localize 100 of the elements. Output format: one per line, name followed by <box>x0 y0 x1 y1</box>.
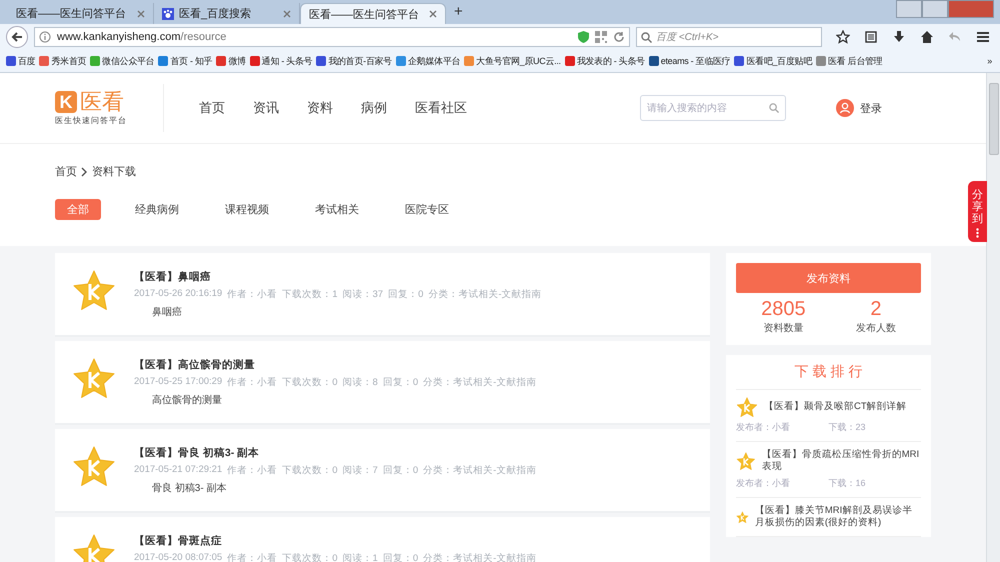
search-icon <box>641 32 652 42</box>
menu-icon[interactable] <box>976 30 990 44</box>
ranking-downloads: 下载：16 <box>828 476 867 490</box>
reload-icon[interactable] <box>613 31 625 43</box>
resource-meta: 分类：考试相关-文献指南 <box>423 464 536 477</box>
resource-meta: 回复：0 <box>388 288 424 301</box>
star-badge-icon <box>72 270 116 312</box>
resource-meta: 2017-05-26 20:16:19 <box>134 288 222 301</box>
close-icon[interactable] <box>283 10 291 18</box>
resource-meta: 作者：小看 <box>227 552 278 562</box>
close-icon[interactable] <box>429 10 437 18</box>
download-icon[interactable] <box>892 30 906 44</box>
new-tab-button[interactable]: + <box>446 3 471 24</box>
close-icon[interactable] <box>137 10 145 18</box>
scrollbar[interactable] <box>986 73 1000 562</box>
bookmark-link[interactable]: eteams - 至临医疗 <box>648 54 730 68</box>
bookmark-link[interactable]: 我的首页-百家号 <box>316 54 392 68</box>
bookmark-link[interactable]: 首页 - 知乎 <box>158 54 212 68</box>
bookmark-link[interactable]: 百度 <box>6 54 36 68</box>
ranking-publisher: 发布者：小看 <box>736 476 791 490</box>
resource-meta: 阅读：8 <box>342 376 378 389</box>
user-icon <box>836 99 854 117</box>
resource-summary: 高位髌骨的测量 <box>152 394 223 407</box>
star-icon[interactable] <box>836 30 850 44</box>
resource-meta: 下载次数：0 <box>282 376 338 389</box>
nav-link[interactable]: 资讯 <box>253 99 279 117</box>
ranking-publisher: 发布者：小看 <box>736 421 791 434</box>
resource-meta: 2017-05-21 07:29:21 <box>134 464 222 477</box>
stat-label: 发布人数 <box>856 322 896 335</box>
bookmark-link[interactable]: 医看 后台管理 <box>816 54 882 68</box>
stat-value: 2805 <box>761 297 806 321</box>
category-tab[interactable]: 经典病例 <box>123 199 191 220</box>
resource-meta: 作者：小看 <box>227 376 278 389</box>
nav-link[interactable]: 病例 <box>361 99 387 117</box>
logo-tagline: 医生快速问答平台 <box>55 114 127 126</box>
ranking-downloads: 下载：23 <box>828 421 867 434</box>
stat-label: 资料数量 <box>762 322 804 335</box>
share-tab[interactable]: 分享到 <box>968 181 987 242</box>
resource-meta: 回复：0 <box>382 552 418 562</box>
nav-link[interactable]: 首页 <box>199 99 225 117</box>
resource-meta: 作者：小看 <box>227 288 278 301</box>
resource-summary: 骨良 初稿3- 副本 <box>152 482 228 495</box>
resource-meta: 作者：小看 <box>227 464 278 477</box>
star-badge-icon <box>736 450 756 472</box>
bookmark-link[interactable]: 大鱼号官网_原UC云... <box>464 54 561 68</box>
address-bar[interactable]: www.kankanyisheng.com/resource <box>34 27 630 47</box>
browser-tab[interactable]: 医看——医生问答平台 <box>300 3 446 24</box>
category-tab[interactable]: 考试相关 <box>303 199 371 220</box>
resource-meta: 分类：考试相关-文献指南 <box>428 288 542 301</box>
bookmark-link[interactable]: 微信公众平台 <box>90 54 154 68</box>
ranking-title: 下 载 排 行 <box>736 363 921 390</box>
resource-title[interactable]: 【医看】鼻咽癌 <box>134 270 542 284</box>
logo-text: 医看 <box>80 90 124 112</box>
bookmark-link[interactable]: 医看吧_百度贴吧 <box>734 54 812 68</box>
resource-title[interactable]: 【医看】骨斑点症 <box>134 534 536 548</box>
resource-meta: 分类：考试相关-文献指南 <box>423 376 536 389</box>
resource-meta: 回复：0 <box>382 376 418 389</box>
resource-card[interactable]: 【医看】鼻咽癌 2017-05-26 20:16:19 作者：小看 下载次数：1 阅读：37 回复：0 分类：考试相关-文献指南 鼻咽癌 <box>55 253 710 335</box>
category-tab[interactable]: 医院专区 <box>393 199 461 220</box>
home-icon[interactable] <box>920 30 934 44</box>
breadcrumb-link[interactable]: 首页 <box>55 164 77 179</box>
resource-title[interactable]: 【医看】高位髌骨的测量 <box>134 358 536 372</box>
resource-summary: 鼻咽癌 <box>152 306 183 319</box>
reader-icon[interactable] <box>864 30 878 44</box>
resource-meta: 阅读：7 <box>342 464 378 477</box>
resource-card[interactable]: 【医看】骨良 初稿3- 副本 2017-05-21 07:29:21 作者：小看 下载次数：0 阅读：7 回复：0 分类：考试相关-文献指南 骨良 初稿3- 副本 <box>55 429 710 511</box>
bookmark-link[interactable]: 我发表的 - 头条号 <box>564 54 645 68</box>
back-button[interactable] <box>6 26 28 48</box>
bookmark-link[interactable]: 微博 <box>216 54 246 68</box>
chevron-right-icon <box>81 166 88 176</box>
dots-icon <box>976 228 979 238</box>
star-badge-icon <box>72 358 116 400</box>
search-icon <box>769 103 779 113</box>
resource-meta: 下载次数：1 <box>282 288 338 301</box>
info-icon <box>39 31 51 43</box>
nav-link[interactable]: 资料 <box>307 99 333 117</box>
ranking-item-title[interactable]: 【医看】颞骨及喉部CT解剖详解 <box>764 401 907 414</box>
resource-meta: 下载次数：0 <box>282 464 338 477</box>
star-badge-icon <box>736 397 758 418</box>
resource-meta: 回复：0 <box>382 464 418 477</box>
star-badge-icon <box>72 446 116 488</box>
ranking-item-title[interactable]: 【医看】骨质疏松压缩性骨折的MRI表现 <box>762 449 921 474</box>
nav-link[interactable]: 医看社区 <box>415 99 467 117</box>
minimize-button[interactable] <box>896 0 922 18</box>
resource-title[interactable]: 【医看】骨良 初稿3- 副本 <box>134 446 536 460</box>
restore-button[interactable] <box>922 0 948 18</box>
bookmark-link[interactable]: 通知 - 头条号 <box>250 54 312 68</box>
stat-value: 2 <box>869 297 882 321</box>
qr-code-icon <box>595 31 607 43</box>
resource-meta: 2017-05-20 08:07:05 <box>134 552 222 562</box>
bookmark-link[interactable]: 企鹅媒体平台 <box>396 54 460 68</box>
resource-card[interactable]: 【医看】高位髌骨的测量 2017-05-25 17:00:29 作者：小看 下载次数：0 阅读：8 回复：0 分类：考试相关-文献指南 高位髌骨的测量 <box>55 341 710 423</box>
login-link[interactable]: 登录 <box>860 100 882 116</box>
category-tab[interactable]: 课程视频 <box>213 199 281 220</box>
back-arrow-icon <box>11 31 23 43</box>
resource-meta: 阅读：37 <box>342 288 384 301</box>
more-bookmarks-button[interactable]: » <box>987 56 994 66</box>
shield-icon <box>578 31 589 43</box>
ranking-item-title[interactable]: 【医看】膝关节MRI解剖及易误诊半月板损伤的因素(很好的资料) <box>754 504 921 530</box>
bookmark-link[interactable]: 秀米首页 <box>39 54 86 68</box>
